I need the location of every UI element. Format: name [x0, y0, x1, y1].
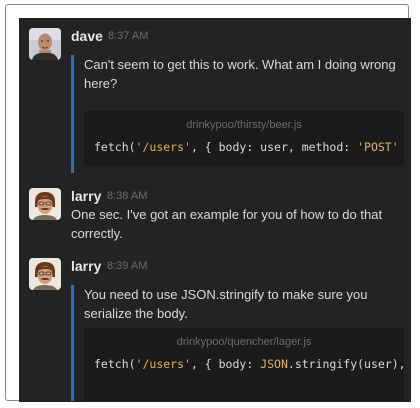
window-frame: dave 8:37 AM Can't seem to get this to w… — [5, 4, 411, 402]
snippet-code: fetch('/users', { body: user, method: 'P… — [94, 140, 399, 154]
code-snippet[interactable]: drinkypoo/quencher/lager.js fetch('/user… — [84, 328, 404, 401]
avatar-larry[interactable] — [29, 258, 61, 290]
chat-panel: dave 8:37 AM Can't seem to get this to w… — [19, 18, 411, 402]
message-attachment: You need to use JSON.stringify to make s… — [71, 285, 411, 401]
snippet-filename[interactable]: drinkypoo/quencher/lager.js — [84, 335, 404, 349]
avatar-image — [29, 188, 61, 220]
avatar-larry[interactable] — [29, 188, 61, 220]
author-name[interactable]: larry — [71, 258, 101, 274]
avatar-image — [29, 258, 61, 290]
timestamp[interactable]: 8:39 AM — [107, 259, 147, 273]
snippet-filename[interactable]: drinkypoo/thirsty/beer.js — [84, 118, 404, 132]
message-text: Can't seem to get this to work. What am … — [84, 57, 396, 91]
code-snippet[interactable]: drinkypoo/thirsty/beer.js fetch('/users'… — [84, 111, 404, 166]
message-attachment: Can't seem to get this to work. What am … — [71, 55, 411, 173]
author-name[interactable]: larry — [71, 188, 101, 204]
message-text: One sec. I've got an example for you of … — [71, 207, 383, 241]
avatar-dave[interactable] — [29, 28, 61, 60]
message-text: You need to use JSON.stringify to make s… — [84, 287, 368, 321]
snippet-code: fetch('/users', { body: JSON.stringify(u… — [94, 357, 404, 371]
avatar-image — [29, 28, 61, 60]
timestamp[interactable]: 8:37 AM — [108, 29, 148, 43]
author-name[interactable]: dave — [71, 28, 103, 44]
timestamp[interactable]: 8:38 AM — [107, 189, 147, 203]
